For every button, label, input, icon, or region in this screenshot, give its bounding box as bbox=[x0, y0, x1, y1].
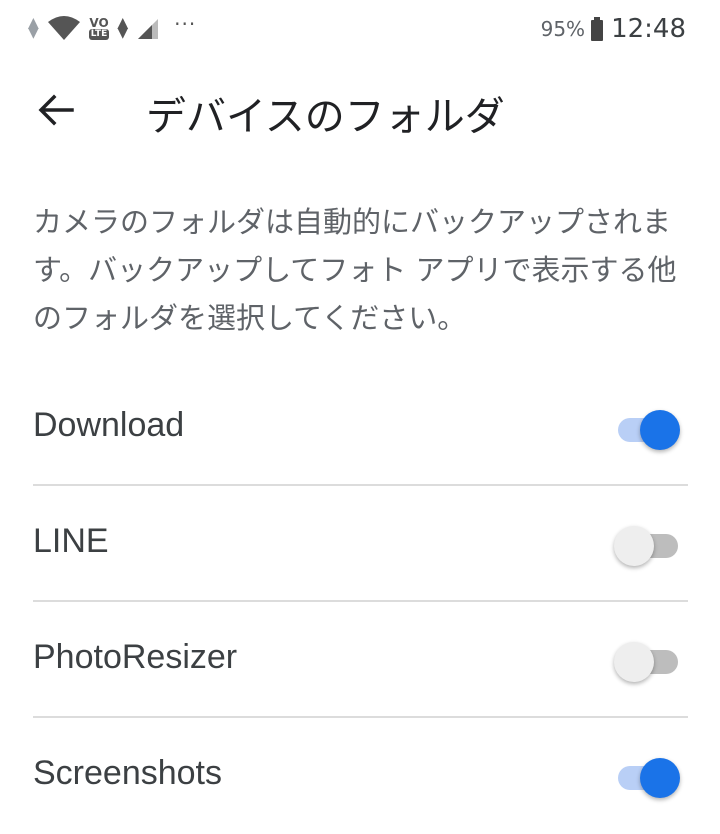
folder-name: Screenshots bbox=[33, 754, 222, 792]
screenshots-toggle[interactable] bbox=[616, 758, 680, 798]
folder-row-screenshots[interactable]: Screenshots bbox=[0, 718, 720, 834]
folder-name: LINE bbox=[33, 522, 109, 560]
folder-row-photoresizer[interactable]: PhotoResizer bbox=[0, 602, 720, 718]
more-notifications-icon: ··· bbox=[174, 12, 197, 36]
folder-row-line[interactable]: LINE bbox=[0, 486, 720, 602]
battery-icon bbox=[591, 17, 604, 41]
status-icons-right: 95% 12:48 bbox=[541, 14, 686, 44]
arrow-back-icon bbox=[38, 94, 74, 126]
signal-icon bbox=[138, 19, 159, 39]
page-title: デバイスのフォルダ bbox=[146, 94, 505, 140]
lte-label: LTE bbox=[88, 28, 110, 40]
data-activity-icon: ▲ ▼ bbox=[28, 15, 39, 41]
volte-icon: VO LTE bbox=[88, 15, 110, 40]
download-toggle[interactable] bbox=[616, 410, 680, 450]
line-toggle[interactable] bbox=[614, 526, 680, 566]
folder-name: Download bbox=[33, 406, 185, 444]
photoresizer-toggle[interactable] bbox=[614, 642, 680, 682]
folder-list: Download LINE PhotoResizer Screenshots bbox=[0, 370, 720, 834]
volte-label: VO bbox=[89, 15, 109, 30]
folder-row-download[interactable]: Download bbox=[0, 370, 720, 486]
clock: 12:48 bbox=[611, 14, 686, 44]
status-bar: ▲ ▼ VO LTE ▲ ▼ ··· 95% 12:48 bbox=[0, 0, 720, 68]
status-icons-left: ▲ ▼ VO LTE ▲ ▼ ··· bbox=[28, 12, 197, 42]
wifi-icon bbox=[47, 16, 80, 40]
back-button[interactable] bbox=[36, 90, 76, 130]
description-text: カメラのフォルダは自動的にバックアップされます。バックアップしてフォト アプリで… bbox=[33, 205, 677, 335]
battery-percent: 95% bbox=[540, 17, 586, 41]
mobile-data-activity-icon: ▲ ▼ bbox=[117, 15, 129, 41]
folder-name: PhotoResizer bbox=[33, 638, 238, 676]
